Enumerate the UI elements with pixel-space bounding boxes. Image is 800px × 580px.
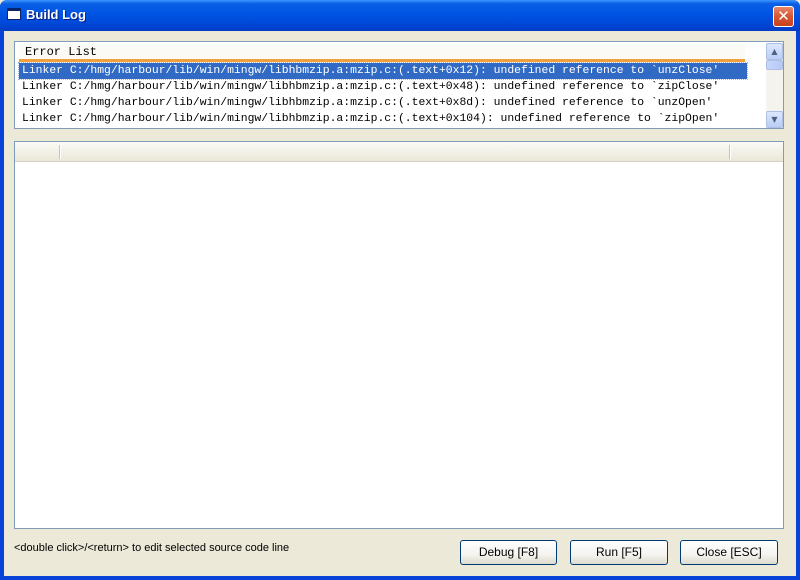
window-icon bbox=[7, 8, 21, 20]
debug-button[interactable]: Debug [F8] bbox=[460, 540, 557, 565]
column-separator[interactable] bbox=[729, 145, 731, 159]
build-log-window: Build Log ✕ Error List Linker C:/hmg/har… bbox=[0, 0, 800, 580]
title-bar[interactable]: Build Log ✕ bbox=[0, 0, 800, 31]
hint-text: <double click>/<return> to edit selected… bbox=[14, 542, 290, 554]
error-list-header[interactable]: Error List bbox=[19, 44, 745, 62]
window-title: Build Log bbox=[26, 7, 86, 22]
error-row[interactable]: Linker C:/hmg/harbour/lib/win/mingw/libh… bbox=[19, 79, 747, 95]
run-button[interactable]: Run [F5] bbox=[570, 540, 668, 565]
error-list-scrollbar[interactable]: ▲ ▼ bbox=[766, 43, 783, 128]
chevron-up-icon[interactable]: ▲ bbox=[766, 43, 783, 60]
column-separator[interactable] bbox=[59, 145, 61, 159]
close-button[interactable]: Close [ESC] bbox=[680, 540, 778, 565]
error-list[interactable]: Error List Linker C:/hmg/harbour/lib/win… bbox=[14, 41, 784, 129]
detail-list-header[interactable] bbox=[15, 142, 783, 162]
chevron-down-icon[interactable]: ▼ bbox=[766, 111, 783, 128]
error-row[interactable]: Linker C:/hmg/harbour/lib/win/mingw/libh… bbox=[19, 111, 747, 127]
scrollbar-thumb[interactable] bbox=[766, 60, 783, 70]
dialog-client-area: Error List Linker C:/hmg/harbour/lib/win… bbox=[4, 31, 796, 576]
detail-list[interactable] bbox=[14, 141, 784, 529]
error-row-selected[interactable]: Linker C:/hmg/harbour/lib/win/mingw/libh… bbox=[18, 62, 748, 80]
error-list-rows: Linker C:/hmg/harbour/lib/win/mingw/libh… bbox=[18, 62, 748, 127]
error-row[interactable]: Linker C:/hmg/harbour/lib/win/mingw/libh… bbox=[19, 95, 747, 111]
close-window-button[interactable]: ✕ bbox=[773, 6, 794, 27]
